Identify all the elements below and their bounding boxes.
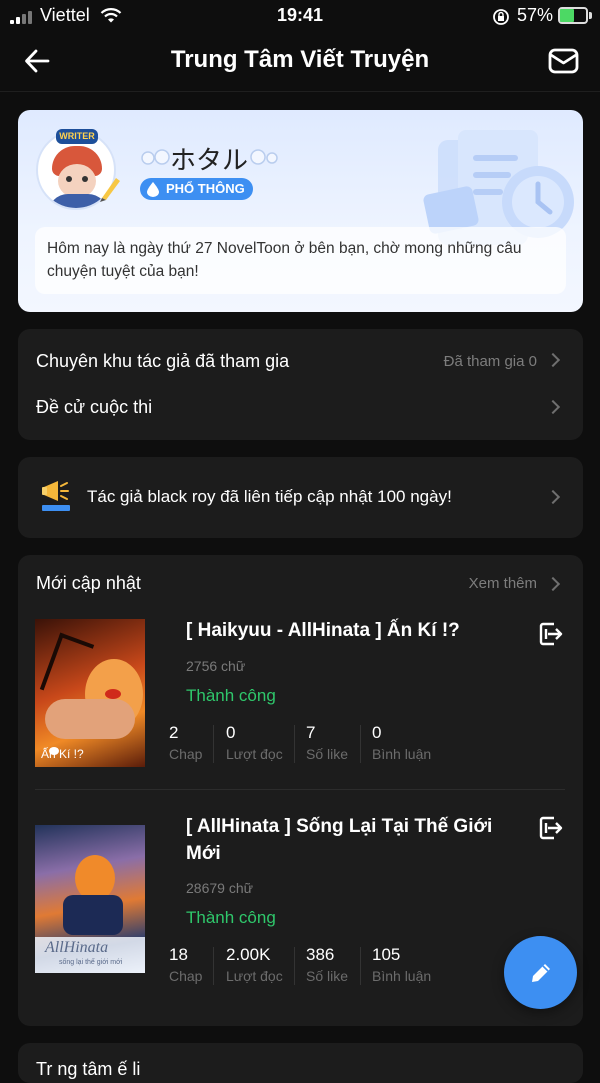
publish-status: Thành công xyxy=(186,686,276,705)
battery-icon xyxy=(558,7,588,24)
stat-comments: 0 Bình luận xyxy=(372,723,432,762)
book-title: [ AllHinata ] Sống Lại Tại Thế Giới Mới xyxy=(186,816,493,864)
bubbles-left-icon xyxy=(141,149,170,165)
status-bar: Viettel 19:41 57% xyxy=(0,0,600,32)
cover-text: Ấn Kí !? xyxy=(41,747,84,761)
divider xyxy=(35,789,565,790)
see-more-link[interactable]: Xem thêm xyxy=(469,575,537,592)
announcement-card[interactable]: Tác giả black roy đã liên tiếp cập nhật … xyxy=(18,457,583,538)
clock: 19:41 xyxy=(276,5,324,25)
book-item[interactable]: Ấn Kí !? [ Haikyuu - AllHinata ] Ấn Kí !… xyxy=(18,615,583,787)
section-title: Mới cập nhật xyxy=(36,573,141,593)
author-zone-row[interactable]: Chuyên khu tác giả đã tham gia Đã tham g… xyxy=(18,329,583,384)
chevron-right-icon xyxy=(545,489,561,505)
author-zone-label: Chuyên khu tác giả đã tham gia xyxy=(36,351,290,371)
write-fab-button[interactable] xyxy=(504,936,577,1009)
battery-percent: 57% xyxy=(517,5,554,25)
publish-status: Thành công xyxy=(186,908,276,927)
megaphone-icon xyxy=(42,481,70,511)
comment-icon xyxy=(49,747,59,755)
drop-icon xyxy=(147,182,159,197)
stat-comments: 105 Bình luận xyxy=(372,945,432,984)
chevron-right-icon xyxy=(545,399,561,415)
tier-badge: PHỔ THÔNG xyxy=(140,178,253,200)
pen-icon xyxy=(100,178,120,202)
export-icon[interactable] xyxy=(538,815,564,841)
rotation-lock-icon xyxy=(493,9,509,25)
bottom-section-card: Tr ng tâm ế li xyxy=(18,1043,583,1083)
bottom-section-title: Tr ng tâm ế li xyxy=(36,1059,141,1079)
book-title: [ Haikyuu - AllHinata ] Ấn Kí !? xyxy=(186,620,460,641)
contest-label: Đề cử cuộc thi xyxy=(36,397,153,417)
welcome-message: Hôm nay là ngày thứ 27 NovelToon ở bên b… xyxy=(35,227,566,294)
tier-label: PHỔ THÔNG xyxy=(166,181,245,196)
pencil-icon xyxy=(532,964,550,982)
contest-row[interactable]: Đề cử cuộc thi xyxy=(18,384,583,440)
menu-card: Chuyên khu tác giả đã tham gia Đã tham g… xyxy=(18,329,583,440)
writer-profile-card: WRITER ホタル PHỔ THÔNG Hôm nay là ngày thứ… xyxy=(18,110,583,312)
word-count: 2756 chữ xyxy=(186,658,246,674)
app-header: Trung Tâm Viết Truyện xyxy=(0,32,600,92)
bubbles-right-icon xyxy=(250,149,278,165)
recent-updates-card: Mới cập nhật Xem thêm Ấn Kí !? [ Haikyuu… xyxy=(18,555,583,1026)
book-cover: Ấn Kí !? xyxy=(35,619,145,767)
book-item[interactable]: AllHinata sống lại thế giới mới [ AllHin… xyxy=(18,813,583,1003)
chevron-right-icon xyxy=(545,576,561,592)
export-icon[interactable] xyxy=(538,621,564,647)
cover-subtitle: sống lại thế giới mới xyxy=(59,959,123,966)
author-zone-status: Đã tham gia 0 xyxy=(443,353,537,370)
page-title: Trung Tâm Viết Truyện xyxy=(170,46,430,73)
writer-name: ホタル xyxy=(170,145,249,175)
chevron-right-icon xyxy=(545,352,561,368)
cover-text: AllHinata xyxy=(45,939,109,956)
mail-icon[interactable] xyxy=(548,48,579,75)
word-count: 28679 chữ xyxy=(186,880,253,896)
book-cover: AllHinata sống lại thế giới mới xyxy=(35,825,145,973)
writer-badge: WRITER xyxy=(56,129,98,144)
announcement-text: Tác giả black roy đã liên tiếp cập nhật … xyxy=(87,487,452,506)
